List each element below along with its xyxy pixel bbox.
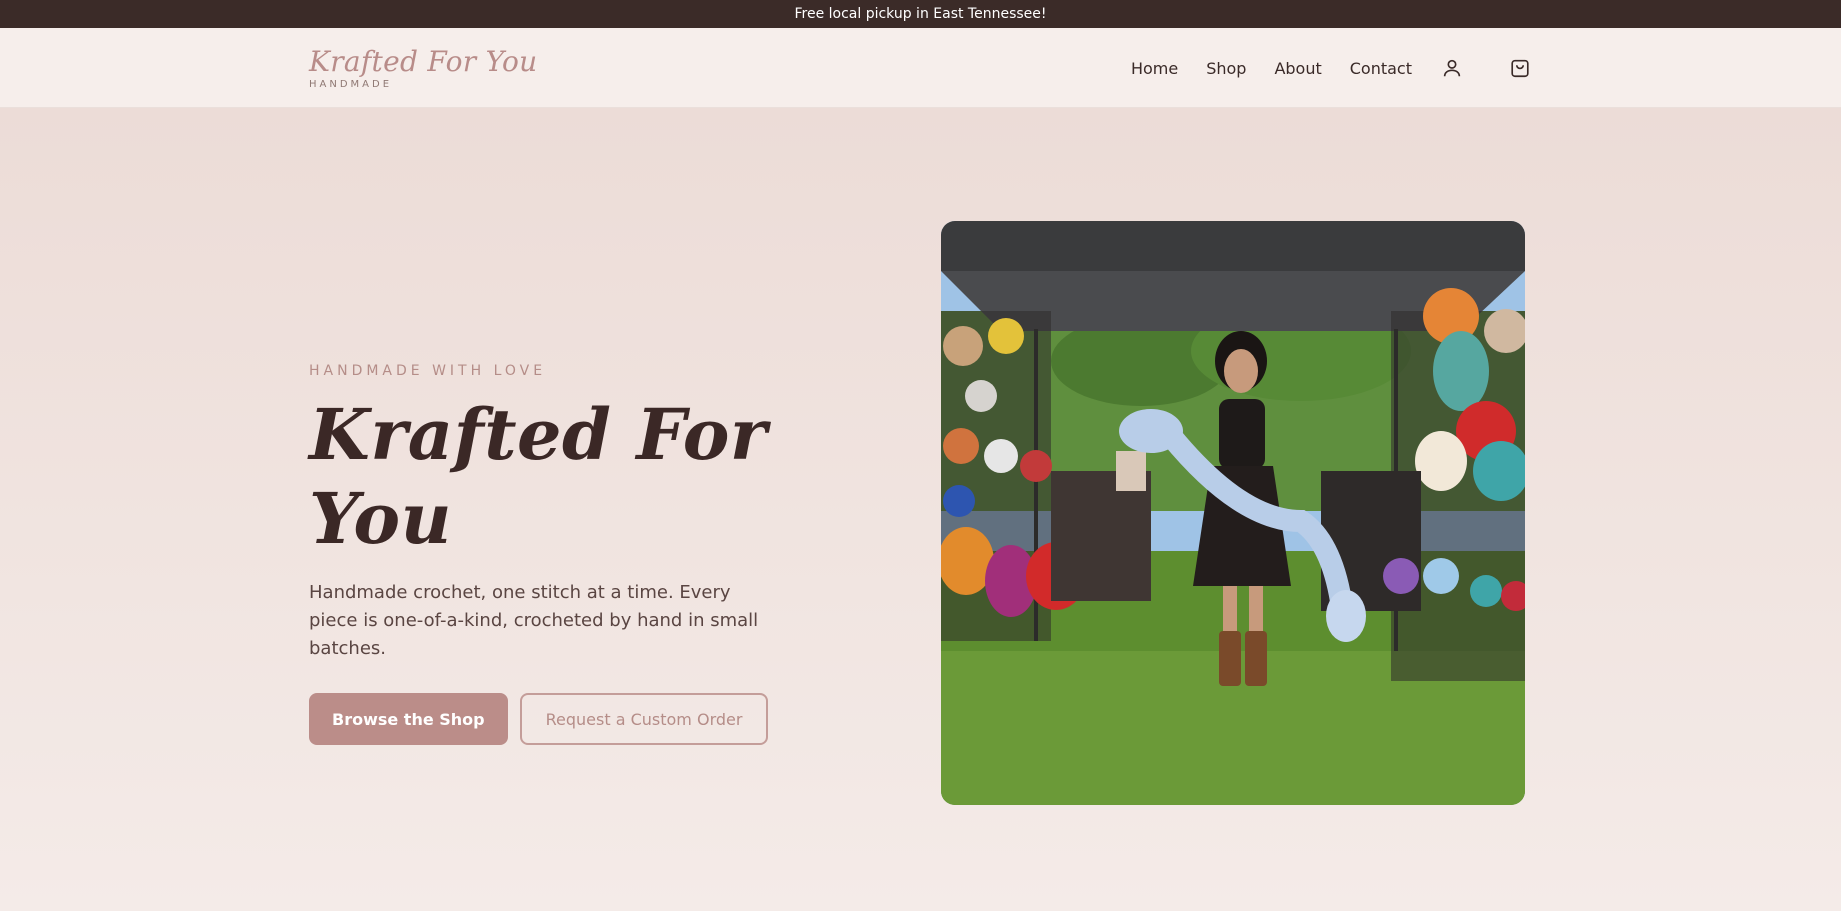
hero-title: Krafted For You xyxy=(309,393,768,560)
logo-tagline: HANDMADE xyxy=(309,78,393,90)
user-icon[interactable] xyxy=(1440,56,1464,80)
hero-eyebrow: HANDMADE WITH LOVE xyxy=(309,363,547,379)
site-logo[interactable]: Krafted For You HANDMADE xyxy=(309,44,538,90)
nav-shop[interactable]: Shop xyxy=(1206,59,1246,78)
browse-shop-button[interactable]: Browse the Shop xyxy=(309,693,508,745)
market-booth-photo xyxy=(941,221,1525,805)
announcement-bar: Free local pickup in East Tennessee! xyxy=(0,0,1841,28)
hero-actions: Browse the Shop Request a Custom Order xyxy=(309,693,779,745)
logo-wordmark: Krafted For You xyxy=(309,44,538,78)
nav-about[interactable]: About xyxy=(1274,59,1321,78)
nav-contact[interactable]: Contact xyxy=(1350,59,1412,78)
nav-home[interactable]: Home xyxy=(1131,59,1178,78)
hero-section: HANDMADE WITH LOVE Krafted For You Handm… xyxy=(0,108,1841,911)
site-header: Krafted For You HANDMADE Home Shop About… xyxy=(0,28,1841,108)
main-nav: Home Shop About Contact xyxy=(1131,56,1532,80)
announcement-text: Free local pickup in East Tennessee! xyxy=(794,6,1047,22)
custom-order-button[interactable]: Request a Custom Order xyxy=(519,693,769,745)
hero-description: Handmade crochet, one stitch at a time. … xyxy=(309,582,759,659)
shopping-bag-icon[interactable] xyxy=(1508,56,1532,80)
hero-content: HANDMADE WITH LOVE Krafted For You Handm… xyxy=(309,363,779,745)
hero-photo xyxy=(941,221,1525,805)
